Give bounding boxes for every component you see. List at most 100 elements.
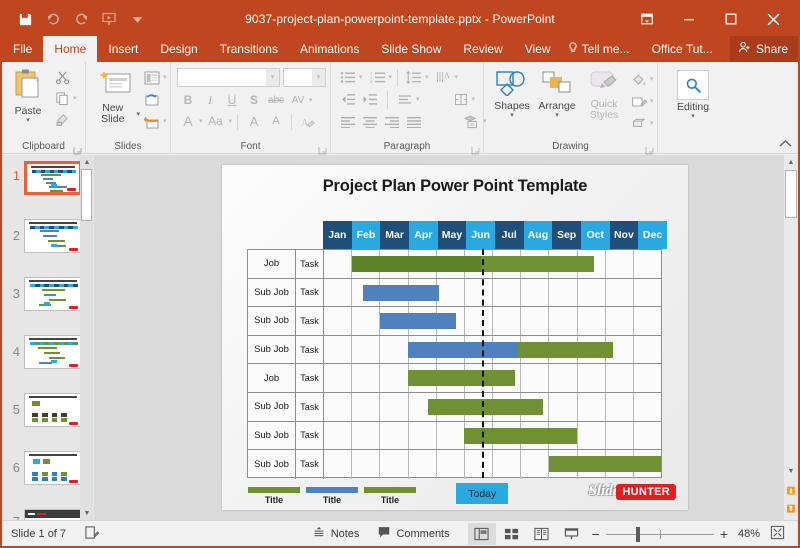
copy-caret-icon[interactable]: ▾ [73, 95, 77, 102]
gantt-bar[interactable] [464, 428, 576, 444]
numbering-caret-icon[interactable]: ▾ [389, 74, 393, 81]
gantt-chart[interactable]: JobTaskSub JobTaskSub JobTaskSub JobTask… [247, 249, 662, 478]
start-presentation-icon[interactable] [96, 7, 122, 31]
text-shadow-button[interactable]: S [243, 91, 265, 110]
redo-icon[interactable] [68, 7, 94, 31]
thumbnail-scrollbar-thumb[interactable] [81, 169, 92, 221]
slide-title[interactable]: Project Plan Power Point Template [222, 177, 688, 196]
new-slide-caret-icon[interactable]: ▾ [136, 111, 140, 118]
shapes-caret-icon[interactable]: ▾ [510, 112, 514, 119]
new-slide-button[interactable]: New Slide ▾ [92, 70, 140, 125]
thumbnail-image[interactable] [24, 393, 82, 427]
layout-caret-icon[interactable]: ▾ [163, 74, 167, 81]
shapes-button[interactable]: Shapes ▾ [490, 70, 534, 119]
collapse-ribbon-icon[interactable] [779, 139, 792, 151]
zoom-slider[interactable] [606, 523, 714, 545]
next-slide-icon[interactable]: ⏬ [784, 502, 798, 516]
thumbnail-image[interactable] [24, 219, 82, 253]
strikethrough-button[interactable]: abc [265, 91, 287, 110]
quick-styles-button[interactable]: Quick Styles [580, 70, 628, 121]
line-spacing-icon[interactable] [403, 68, 425, 87]
thumbnail-image[interactable] [24, 509, 82, 520]
paste-button[interactable]: Paste ▾ [8, 68, 48, 124]
reset-button[interactable] [141, 90, 163, 109]
arrange-caret-icon[interactable]: ▾ [555, 112, 559, 119]
arrange-button[interactable]: Arrange ▾ [535, 70, 579, 119]
slide-scrollbar[interactable]: ▲ ▼ ⏫ ⏬ [784, 155, 798, 520]
numbering-icon[interactable]: 123 [367, 68, 389, 87]
clipboard-dialog-launcher-icon[interactable] [73, 142, 82, 151]
change-case-caret-icon[interactable]: ▾ [229, 118, 233, 125]
thumbnail-scroll-down-icon[interactable]: ▼ [80, 506, 94, 520]
shape-fill-button[interactable]: ▾ [628, 70, 654, 89]
font-dialog-launcher-icon[interactable] [318, 142, 327, 151]
notes-button[interactable]: Notes [303, 521, 369, 547]
section-button[interactable]: ▾ [141, 112, 167, 131]
align-text-caret-icon[interactable]: ▾ [416, 96, 420, 103]
change-case-button[interactable]: Aa [203, 112, 229, 131]
customize-quick-access-icon[interactable] [124, 7, 150, 31]
clear-formatting-icon[interactable]: A [296, 112, 318, 131]
tab-animations[interactable]: Animations [289, 36, 370, 62]
gantt-bar[interactable] [428, 399, 543, 415]
zoom-slider-handle[interactable] [636, 527, 640, 542]
ribbon-display-options-icon[interactable] [626, 3, 668, 35]
editing-caret-icon[interactable]: ▾ [691, 113, 695, 120]
editing-button[interactable]: Editing ▾ [672, 70, 714, 120]
scrollbar-thumb[interactable] [785, 170, 797, 218]
character-spacing-button[interactable]: AV [287, 91, 309, 110]
slide-sorter-view-button[interactable] [498, 523, 526, 545]
tab-review[interactable]: Review [452, 36, 513, 62]
italic-button[interactable]: I [199, 91, 221, 110]
close-icon[interactable] [752, 3, 794, 35]
font-size-input[interactable]: ▾ [283, 68, 326, 87]
align-left-icon[interactable] [337, 112, 359, 131]
maximize-icon[interactable] [710, 3, 752, 35]
tab-transitions[interactable]: Transitions [209, 36, 289, 62]
font-color-button[interactable]: A [177, 112, 199, 131]
increase-indent-icon[interactable] [359, 90, 381, 109]
tab-slide-show[interactable]: Slide Show [370, 36, 452, 62]
underline-button[interactable]: U [221, 91, 243, 110]
thumbnail-scrollbar[interactable]: ▲ ▼ [80, 155, 93, 520]
scroll-down-icon[interactable]: ▼ [784, 464, 798, 478]
font-name-input[interactable]: ▾ [177, 68, 280, 87]
align-right-icon[interactable] [381, 112, 403, 131]
thumbnail-image[interactable] [24, 277, 82, 311]
gantt-bar[interactable] [549, 456, 661, 472]
increase-font-size-button[interactable]: A [243, 112, 265, 131]
drawing-dialog-launcher-icon[interactable] [645, 142, 654, 151]
tab-file[interactable]: File [2, 36, 43, 62]
columns-icon[interactable] [450, 90, 472, 109]
previous-slide-icon[interactable]: ⏫ [784, 484, 798, 498]
thumbnail-image[interactable] [24, 161, 82, 195]
shape-outline-caret-icon[interactable]: ▾ [650, 98, 654, 105]
line-spacing-caret-icon[interactable]: ▾ [425, 74, 429, 81]
shape-outline-button[interactable]: ▾ [628, 92, 654, 111]
gantt-bar[interactable] [380, 313, 456, 329]
shape-fill-caret-icon[interactable]: ▾ [650, 76, 654, 83]
paste-caret-icon[interactable]: ▾ [26, 117, 30, 124]
gantt-bar[interactable] [481, 256, 593, 272]
slide-canvas[interactable]: Project Plan Power Point Template Jan Fe… [222, 165, 688, 510]
gantt-bar[interactable] [363, 285, 439, 301]
character-spacing-caret-icon[interactable]: ▾ [309, 97, 313, 104]
thumbnail-scroll-up-icon[interactable]: ▲ [80, 155, 94, 169]
decrease-indent-icon[interactable] [337, 90, 359, 109]
tab-design[interactable]: Design [149, 36, 208, 62]
share-button[interactable]: Share [730, 36, 798, 62]
slide-show-view-button[interactable] [558, 523, 586, 545]
tab-home[interactable]: Home [43, 36, 97, 62]
thumbnail-image[interactable] [24, 335, 82, 369]
reading-view-button[interactable] [528, 523, 556, 545]
accessibility-checker-button[interactable] [75, 521, 108, 547]
thumbnail-image[interactable] [24, 451, 82, 485]
comments-button[interactable]: Comments [368, 521, 458, 547]
gantt-bar[interactable] [408, 370, 515, 386]
fit-slide-button[interactable] [766, 525, 789, 543]
undo-icon[interactable] [40, 7, 66, 31]
slide-counter[interactable]: Slide 1 of 7 [2, 521, 75, 547]
paragraph-dialog-launcher-icon[interactable] [471, 142, 480, 151]
bullets-caret-icon[interactable]: ▾ [359, 74, 363, 81]
convert-to-smartart-icon[interactable] [461, 112, 483, 131]
